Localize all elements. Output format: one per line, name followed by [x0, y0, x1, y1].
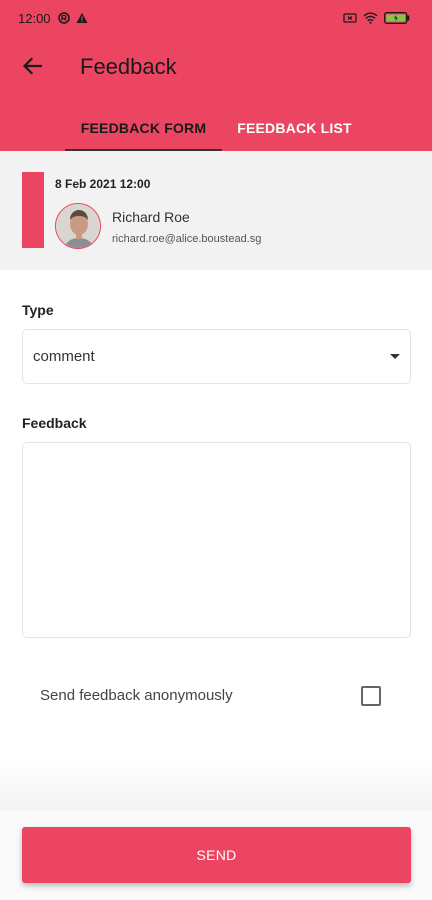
dropdown-arrow-icon [390, 354, 400, 359]
battery-icon [384, 11, 410, 29]
bottom-shade [0, 760, 432, 810]
feedback-textarea[interactable] [22, 442, 411, 638]
type-label: Type [22, 302, 54, 318]
anonymous-label: Send feedback anonymously [40, 687, 233, 704]
send-button[interactable]: SEND [22, 827, 411, 883]
arrow-left-icon [22, 56, 43, 80]
status-time: 12:00 [18, 11, 51, 26]
feedback-date: 8 Feb 2021 12:00 [55, 177, 151, 191]
anonymous-option-row[interactable]: Send feedback anonymously [22, 676, 411, 718]
back-button[interactable] [18, 54, 46, 82]
type-dropdown[interactable]: comment [22, 329, 411, 384]
avatar [55, 203, 101, 249]
app-header: 12:00 Feedback FEEDBACK FORM FEEDBACK LI… [0, 0, 432, 151]
feedback-label: Feedback [22, 415, 87, 431]
page-title: Feedback [80, 54, 177, 79]
status-bar: 12:00 [0, 0, 432, 36]
accent-bar [22, 172, 44, 248]
tab-feedback-form[interactable]: FEEDBACK FORM [65, 105, 222, 151]
tab-feedback-list[interactable]: FEEDBACK LIST [222, 105, 367, 151]
screen-cast-icon [343, 11, 357, 29]
user-name: Richard Roe [112, 209, 190, 225]
anonymous-checkbox[interactable] [361, 686, 381, 706]
tab-bar: FEEDBACK FORM FEEDBACK LIST [0, 105, 432, 151]
feedback-info-card: 8 Feb 2021 12:00 Richard Roe richard.roe… [0, 151, 432, 270]
alert-icon [76, 11, 88, 29]
status-right-icons [343, 11, 410, 29]
app-notification-icon [58, 11, 70, 29]
user-email: richard.roe@alice.boustead.sg [112, 233, 262, 245]
type-selected-value: comment [33, 348, 95, 365]
wifi-icon [363, 11, 378, 29]
status-left-icons [58, 11, 88, 29]
